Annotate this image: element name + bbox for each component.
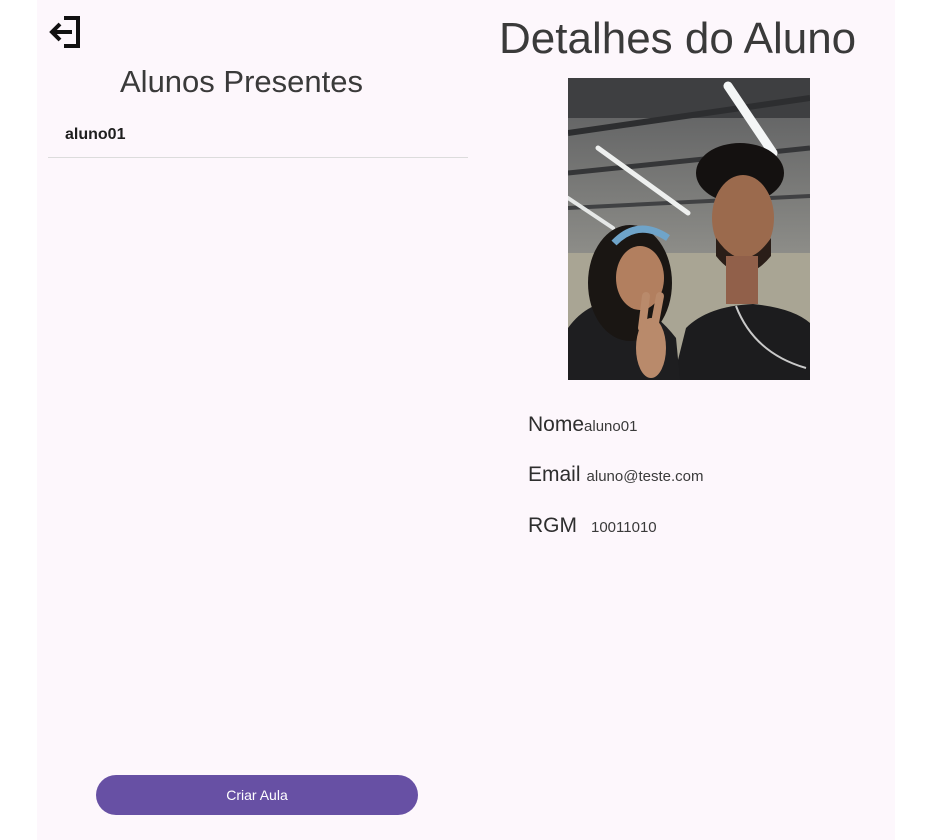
name-label: Nome — [528, 413, 585, 436]
student-details-title: Detalhes do Aluno — [499, 14, 857, 63]
email-value: aluno@teste.com — [586, 468, 704, 485]
present-students-title: Alunos Presentes — [120, 64, 363, 99]
name-field: Nome aluno01 — [528, 413, 637, 437]
logout-arrow-icon — [49, 16, 80, 48]
rgm-value: 10011010 — [591, 519, 657, 536]
create-class-button[interactable]: Criar Aula — [96, 775, 418, 815]
list-item[interactable]: aluno01 — [48, 112, 468, 158]
logout-button[interactable] — [45, 12, 85, 50]
email-label: Email — [528, 463, 581, 486]
rgm-field: RGM 10011010 — [528, 514, 657, 538]
present-students-list: aluno01 — [48, 112, 468, 158]
rgm-label: RGM — [528, 514, 577, 537]
student-photo — [568, 78, 810, 380]
email-field: Email aluno@teste.com — [528, 463, 703, 487]
app-screen: Alunos Presentes aluno01 Criar Aula Deta… — [37, 0, 895, 840]
name-value: aluno01 — [584, 418, 638, 435]
student-name-label: aluno01 — [65, 125, 126, 143]
